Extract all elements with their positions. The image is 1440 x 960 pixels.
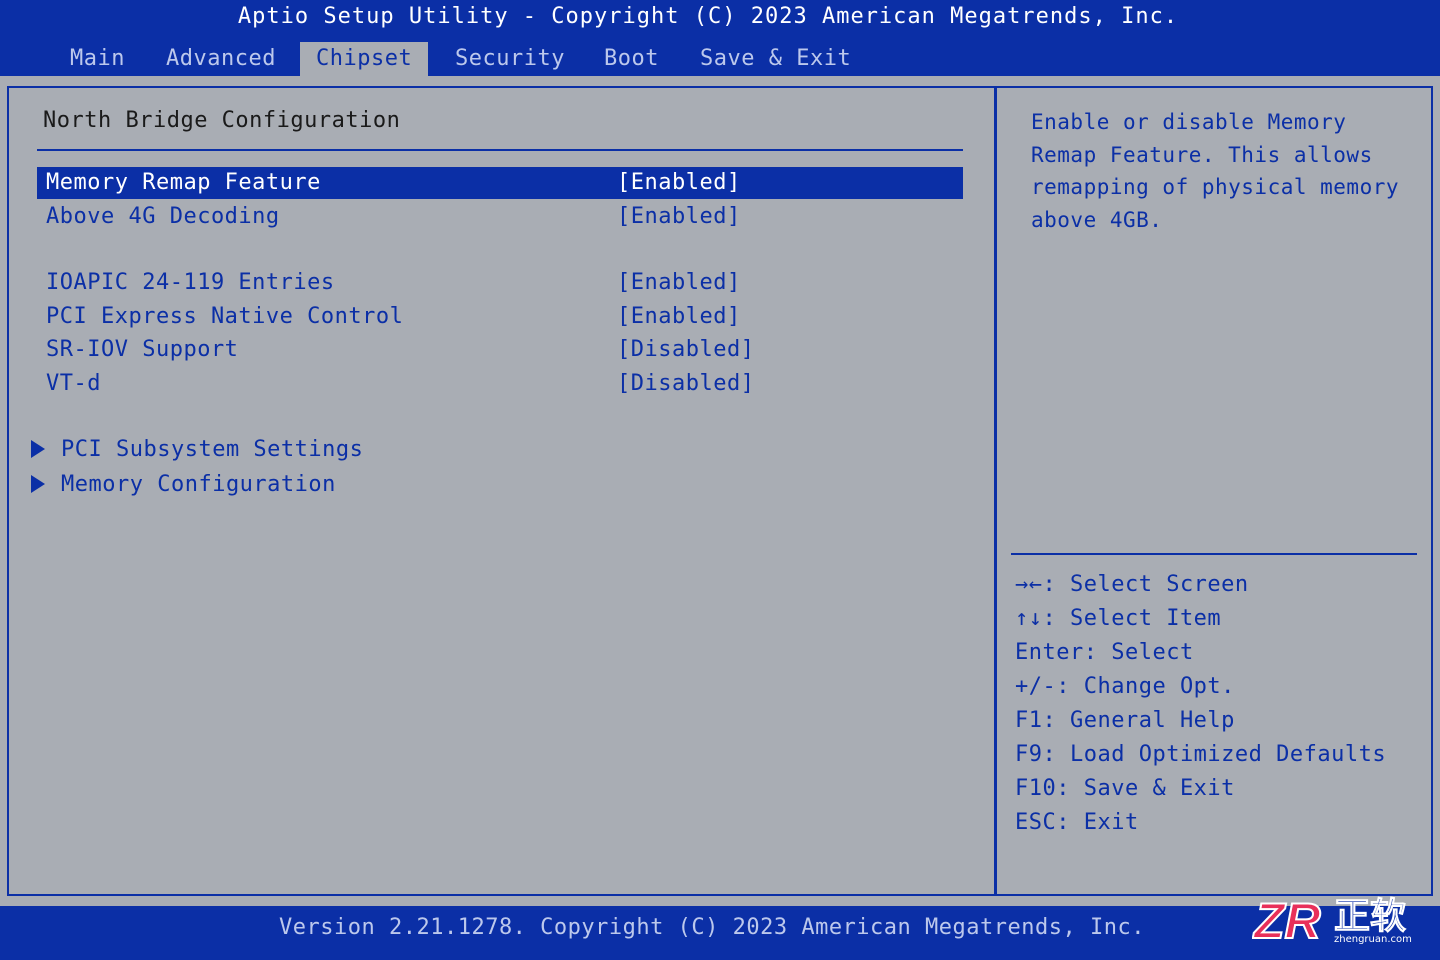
- tab-advanced[interactable]: Advanced: [166, 42, 276, 76]
- key-hint-select-screen: →←: Select Screen: [1015, 572, 1249, 597]
- version-text: Version 2.21.1278. Copyright (C) 2023 Am…: [279, 915, 1145, 940]
- setting-pci-express-native-control[interactable]: PCI Express Native Control [Enabled]: [37, 301, 963, 333]
- submenu-arrow-icon: [31, 440, 45, 458]
- submenu-pci-subsystem-settings[interactable]: PCI Subsystem Settings: [31, 434, 363, 466]
- submenu-label: PCI Subsystem Settings: [61, 437, 364, 462]
- tab-save-exit[interactable]: Save & Exit: [700, 42, 851, 76]
- setting-value[interactable]: [Enabled]: [617, 167, 741, 199]
- footer-bar: Version 2.21.1278. Copyright (C) 2023 Am…: [0, 906, 1440, 960]
- window-title: Aptio Setup Utility - Copyright (C) 2023…: [237, 4, 1179, 29]
- submenu-arrow-icon: [31, 475, 45, 493]
- setting-label: Memory Remap Feature: [46, 170, 321, 195]
- tab-boot[interactable]: Boot: [604, 42, 659, 76]
- zhengruan-logo-icon: ZR 正软 zhengruan.com: [1252, 892, 1412, 948]
- setting-value[interactable]: [Disabled]: [617, 334, 754, 366]
- key-hint-save-exit: F10: Save & Exit: [1015, 776, 1235, 801]
- key-hint-select-item: ↑↓: Select Item: [1015, 606, 1222, 631]
- key-hint-change-opt: +/-: Change Opt.: [1015, 674, 1235, 699]
- tab-main[interactable]: Main: [70, 42, 125, 76]
- panel-divider: [994, 88, 997, 894]
- tab-chipset[interactable]: Chipset: [300, 42, 429, 76]
- setting-label: VT-d: [46, 371, 101, 396]
- key-hint-load-defaults: F9: Load Optimized Defaults: [1015, 742, 1387, 767]
- setting-ioapic-entries[interactable]: IOAPIC 24-119 Entries [Enabled]: [37, 267, 963, 299]
- key-hint-general-help: F1: General Help: [1015, 708, 1235, 733]
- section-title: North Bridge Configuration: [43, 108, 401, 133]
- setting-memory-remap-feature[interactable]: Memory Remap Feature [Enabled]: [37, 167, 963, 199]
- section-rule: [37, 149, 963, 151]
- help-text: Enable or disable Memory Remap Feature. …: [1031, 110, 1400, 232]
- setting-vt-d[interactable]: VT-d [Disabled]: [37, 368, 963, 400]
- tab-security[interactable]: Security: [455, 42, 565, 76]
- setting-sr-iov-support[interactable]: SR-IOV Support [Disabled]: [37, 334, 963, 366]
- setting-label: PCI Express Native Control: [46, 304, 404, 329]
- submenu-label: Memory Configuration: [61, 472, 336, 497]
- setup-panel: North Bridge Configuration Memory Remap …: [7, 86, 1433, 896]
- setting-value[interactable]: [Disabled]: [617, 368, 754, 400]
- setting-value[interactable]: [Enabled]: [617, 201, 741, 233]
- setting-value[interactable]: [Enabled]: [617, 267, 741, 299]
- key-hint-enter: Enter: Select: [1015, 640, 1194, 665]
- help-rule: [1011, 553, 1417, 555]
- watermark-brand-text: 正软: [1334, 896, 1406, 937]
- setting-above-4g-decoding[interactable]: Above 4G Decoding [Enabled]: [37, 201, 963, 233]
- title-bar: Aptio Setup Utility - Copyright (C) 2023…: [0, 0, 1440, 76]
- setting-value[interactable]: [Enabled]: [617, 301, 741, 333]
- setting-label: Above 4G Decoding: [46, 204, 280, 229]
- svg-text:ZR: ZR: [1252, 893, 1321, 948]
- setting-label: SR-IOV Support: [46, 337, 239, 362]
- watermark-url-text: zhengruan.com: [1334, 934, 1412, 945]
- key-hint-exit: ESC: Exit: [1015, 810, 1139, 835]
- submenu-memory-configuration[interactable]: Memory Configuration: [31, 469, 336, 501]
- setting-label: IOAPIC 24-119 Entries: [46, 270, 335, 295]
